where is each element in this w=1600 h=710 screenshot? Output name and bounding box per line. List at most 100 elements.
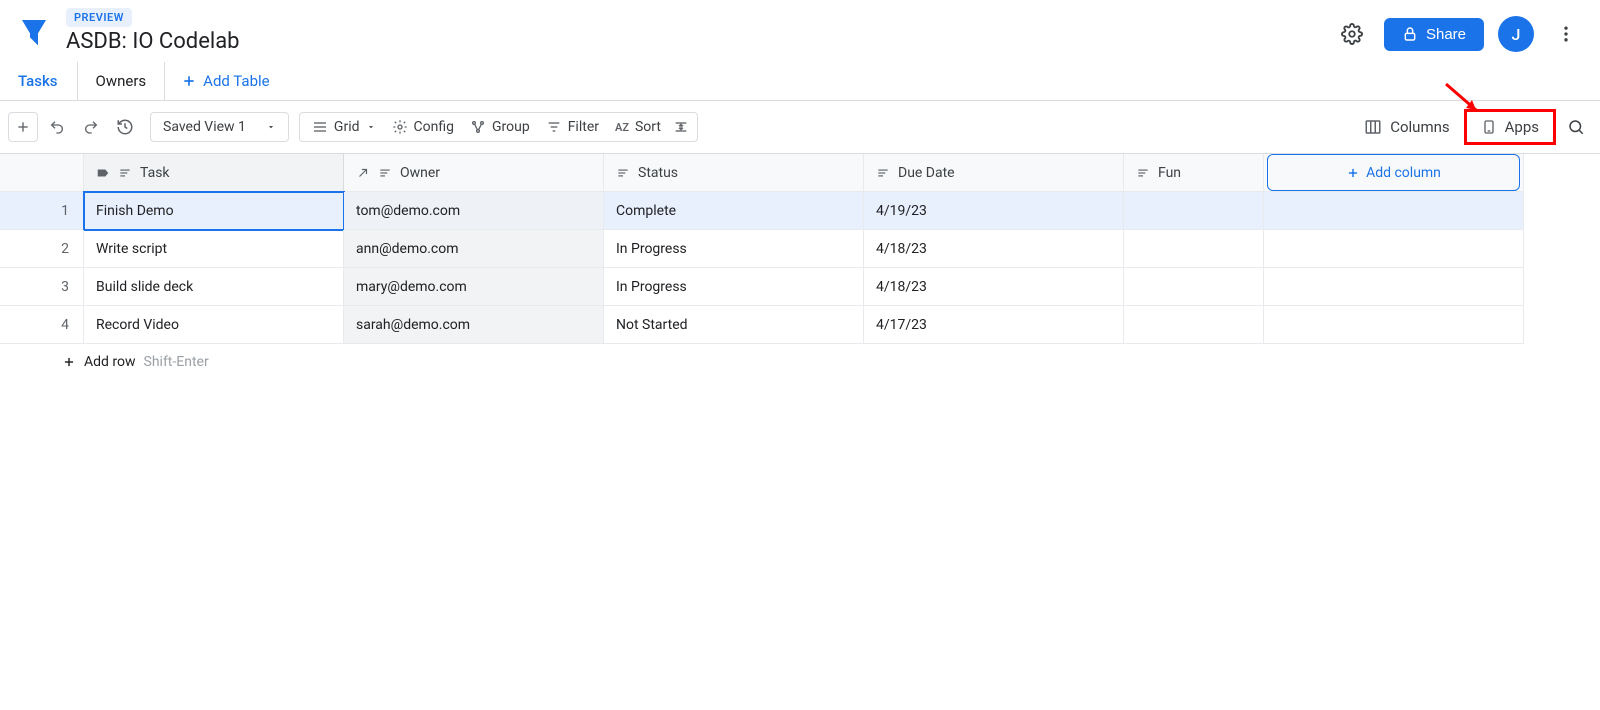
column-header-due-date[interactable]: Due Date (864, 154, 1124, 192)
plus-icon (181, 73, 197, 89)
title-area: PREVIEW ASDB: IO Codelab (66, 8, 240, 54)
cell-empty[interactable] (1264, 192, 1524, 230)
cell-due[interactable]: 4/19/23 (864, 192, 1124, 230)
cell-due[interactable]: 4/18/23 (864, 268, 1124, 306)
cell-task[interactable]: Record Video (84, 306, 344, 344)
share-label: Share (1426, 26, 1466, 43)
cell-fun[interactable] (1124, 268, 1264, 306)
rownum-header (0, 154, 84, 192)
row-number[interactable]: 4 (0, 306, 84, 344)
cell-due[interactable]: 4/17/23 (864, 306, 1124, 344)
add-row-label: Add row (84, 354, 136, 370)
user-avatar[interactable]: J (1498, 16, 1534, 52)
cell-owner[interactable]: mary@demo.com (344, 268, 604, 306)
col-label: Fun (1158, 165, 1181, 181)
cell-task[interactable]: Finish Demo (84, 192, 344, 230)
lock-icon (1402, 26, 1418, 42)
sort-label: Sort (635, 119, 661, 135)
cell-task[interactable]: Build slide deck (84, 268, 344, 306)
share-button[interactable]: Share (1384, 18, 1484, 51)
columns-icon (1364, 118, 1382, 136)
history-button[interactable] (110, 112, 140, 142)
saved-view-dropdown[interactable]: Saved View 1 (150, 112, 289, 142)
app-header: PREVIEW ASDB: IO Codelab Share J (0, 0, 1600, 54)
tablet-icon (1481, 118, 1497, 136)
row-height-icon (673, 119, 689, 135)
more-menu-icon[interactable] (1548, 16, 1584, 52)
page-title[interactable]: ASDB: IO Codelab (66, 29, 240, 54)
row-number[interactable]: 3 (0, 268, 84, 306)
cell-fun[interactable] (1124, 306, 1264, 344)
col-label: Owner (400, 165, 440, 181)
grid-view-dropdown[interactable]: Grid (304, 113, 384, 141)
add-table-label: Add Table (203, 72, 269, 90)
cell-due[interactable]: 4/18/23 (864, 230, 1124, 268)
row-number[interactable]: 1 (0, 192, 84, 230)
col-label: Task (140, 165, 170, 181)
cell-status[interactable]: Complete (604, 192, 864, 230)
filter-button[interactable]: Filter (538, 113, 607, 141)
gear-icon (392, 119, 408, 135)
preview-badge: PREVIEW (66, 8, 132, 27)
cell-empty[interactable] (1264, 230, 1524, 268)
add-table-button[interactable]: Add Table (165, 62, 285, 100)
cell-owner[interactable]: ann@demo.com (344, 230, 604, 268)
text-lines-icon (876, 166, 890, 180)
text-lines-icon (378, 166, 392, 180)
tab-owners[interactable]: Owners (77, 62, 166, 100)
columns-button[interactable]: Columns (1354, 112, 1459, 142)
add-row-hint: Shift-Enter (144, 354, 209, 370)
app-logo-icon[interactable] (16, 14, 52, 50)
apps-label: Apps (1505, 118, 1539, 136)
format-button[interactable] (669, 113, 693, 141)
column-header-fun[interactable]: Fun (1124, 154, 1264, 192)
undo-button[interactable] (42, 112, 72, 142)
group-button[interactable]: Group (462, 113, 538, 141)
settings-icon[interactable] (1334, 16, 1370, 52)
grid-label: Grid (334, 119, 360, 135)
toolbar-right: Columns Apps (1354, 109, 1592, 145)
cell-owner[interactable]: sarah@demo.com (344, 306, 604, 344)
toolbar-left (8, 112, 140, 142)
add-button[interactable] (8, 112, 38, 142)
cell-empty[interactable] (1264, 306, 1524, 344)
cell-owner[interactable]: tom@demo.com (344, 192, 604, 230)
view-toolbar: Saved View 1 Grid Config Group (0, 101, 1600, 154)
add-row-button[interactable]: Add row Shift-Enter (50, 344, 1600, 380)
columns-label: Columns (1390, 118, 1449, 136)
header-left: PREVIEW ASDB: IO Codelab (16, 8, 240, 54)
data-grid: Task Owner Status Due Date (0, 154, 1600, 380)
cell-status[interactable]: In Progress (604, 268, 864, 306)
filter-label: Filter (568, 119, 599, 135)
label-icon (96, 166, 110, 180)
col-label: Status (638, 165, 678, 181)
cell-empty[interactable] (1264, 268, 1524, 306)
config-button[interactable]: Config (384, 113, 462, 141)
add-column-button[interactable]: Add column (1267, 154, 1520, 191)
cell-fun[interactable] (1124, 192, 1264, 230)
cell-status[interactable]: Not Started (604, 306, 864, 344)
cell-task[interactable]: Write script (84, 230, 344, 268)
redo-button[interactable] (76, 112, 106, 142)
search-button[interactable] (1560, 111, 1592, 143)
text-lines-icon (616, 166, 630, 180)
cell-fun[interactable] (1124, 230, 1264, 268)
plus-icon (62, 355, 76, 369)
caret-down-icon (266, 122, 276, 132)
group-icon (470, 119, 486, 135)
column-header-task[interactable]: Task (84, 154, 344, 192)
sort-az-icon: AZ (615, 121, 629, 134)
col-label: Due Date (898, 165, 955, 181)
cell-status[interactable]: In Progress (604, 230, 864, 268)
config-label: Config (414, 119, 454, 135)
column-header-owner[interactable]: Owner (344, 154, 604, 192)
sort-button[interactable]: AZ Sort (607, 113, 669, 141)
tables-tab-bar: Tasks Owners Add Table (0, 62, 1600, 101)
row-number[interactable]: 2 (0, 230, 84, 268)
column-header-status[interactable]: Status (604, 154, 864, 192)
tab-tasks[interactable]: Tasks (0, 62, 77, 100)
grid-lines-icon (312, 119, 328, 135)
header-right: Share J (1334, 8, 1584, 52)
filter-icon (546, 119, 562, 135)
apps-button[interactable]: Apps (1464, 109, 1556, 145)
